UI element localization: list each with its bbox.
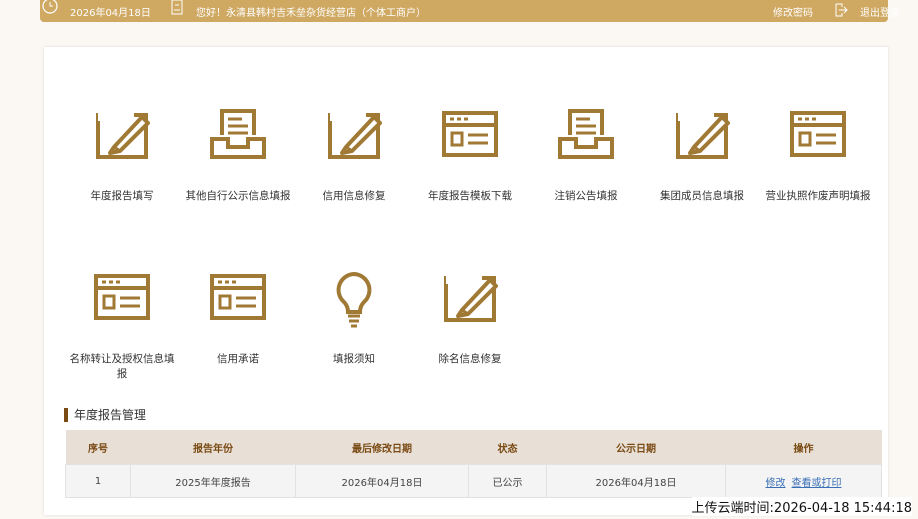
tile-label: 信用信息修复 bbox=[322, 190, 386, 202]
annual-report-table: 序号 报告年份 最后修改日期 状态 公示日期 操作 1 2025年年度报告 20… bbox=[65, 430, 882, 498]
user-card-icon bbox=[171, 0, 183, 15]
tile-9[interactable]: 填报须知 bbox=[296, 268, 412, 367]
tile-5[interactable]: 集团成员信息填报 bbox=[644, 105, 760, 204]
edit-icon bbox=[96, 113, 150, 159]
clock-icon bbox=[42, 0, 58, 14]
col-header: 报告年份 bbox=[130, 430, 296, 465]
tile-2[interactable]: 信用信息修复 bbox=[296, 105, 412, 204]
tile-4[interactable]: 注销公告填报 bbox=[528, 105, 644, 204]
tile-0[interactable]: 年度报告填写 bbox=[64, 105, 180, 204]
cell-public-date: 2026年04月18日 bbox=[546, 464, 726, 498]
tile-label: 年度报告模板下载 bbox=[428, 190, 512, 202]
form-icon bbox=[94, 274, 150, 320]
edit-icon bbox=[444, 276, 498, 322]
tile-8[interactable]: 信用承诺 bbox=[180, 268, 296, 367]
tile-label: 集团成员信息填报 bbox=[660, 190, 744, 202]
table-row: 1 2025年年度报告 2026年04月18日 已公示 2026年04月18日 … bbox=[65, 464, 882, 498]
tile-label: 除名信息修复 bbox=[438, 353, 502, 365]
tile-6[interactable]: 营业执照作废声明填报 bbox=[760, 105, 876, 204]
bulb-icon bbox=[336, 271, 372, 328]
logout-link[interactable]: 退出登录 bbox=[860, 4, 900, 19]
tray-icon bbox=[210, 109, 266, 159]
tile-label: 名称转让及授权信息填报 bbox=[69, 353, 175, 380]
edit-icon bbox=[328, 113, 382, 159]
form-icon bbox=[790, 111, 846, 157]
tile-label: 其他自行公示信息填报 bbox=[185, 190, 291, 202]
edit-link[interactable]: 修改 bbox=[766, 478, 786, 489]
tile-10[interactable]: 除名信息修复 bbox=[412, 268, 528, 367]
section-title: 年度报告管理 bbox=[64, 408, 146, 422]
col-header: 状态 bbox=[468, 430, 547, 465]
upload-time: 上传云端时间:2026-04-18 15:44:18 bbox=[691, 497, 912, 516]
current-date: 2026年04月18日 bbox=[70, 8, 151, 19]
tile-1[interactable]: 其他自行公示信息填报 bbox=[180, 105, 296, 204]
tile-label: 信用承诺 bbox=[217, 353, 259, 365]
change-password-link[interactable]: 修改密码 bbox=[773, 4, 813, 19]
tray-icon bbox=[558, 109, 614, 159]
tile-label: 营业执照作废声明填报 bbox=[765, 190, 871, 202]
cell-status: 已公示 bbox=[468, 464, 547, 498]
logout-icon[interactable] bbox=[833, 2, 849, 18]
form-icon bbox=[442, 111, 498, 157]
tile-label: 注销公告填报 bbox=[554, 190, 618, 202]
greeting: 您好！永清县韩村吉禾垒杂货经营店（个体工商户） bbox=[196, 8, 426, 19]
cell-no: 1 bbox=[65, 464, 131, 498]
form-icon bbox=[210, 274, 266, 320]
cell-actions: 修改 查看或打印 bbox=[725, 464, 882, 498]
cell-year: 2025年年度报告 bbox=[130, 464, 296, 498]
tile-label: 年度报告填写 bbox=[90, 190, 154, 202]
col-header: 序号 bbox=[65, 430, 131, 465]
tile-3[interactable]: 年度报告模板下载 bbox=[412, 105, 528, 204]
cell-modified: 2026年04月18日 bbox=[295, 464, 469, 498]
tile-7[interactable]: 名称转让及授权信息填报 bbox=[64, 268, 180, 382]
col-header: 公示日期 bbox=[546, 430, 726, 465]
edit-icon bbox=[676, 113, 730, 159]
view-print-link[interactable]: 查看或打印 bbox=[792, 478, 842, 489]
col-header: 最后修改日期 bbox=[295, 430, 469, 465]
tile-label: 填报须知 bbox=[333, 353, 375, 365]
col-header: 操作 bbox=[725, 430, 882, 465]
top-bar: 2026年04月18日 您好！永清县韩村吉禾垒杂货经营店（个体工商户） 修改密码… bbox=[40, 0, 900, 22]
